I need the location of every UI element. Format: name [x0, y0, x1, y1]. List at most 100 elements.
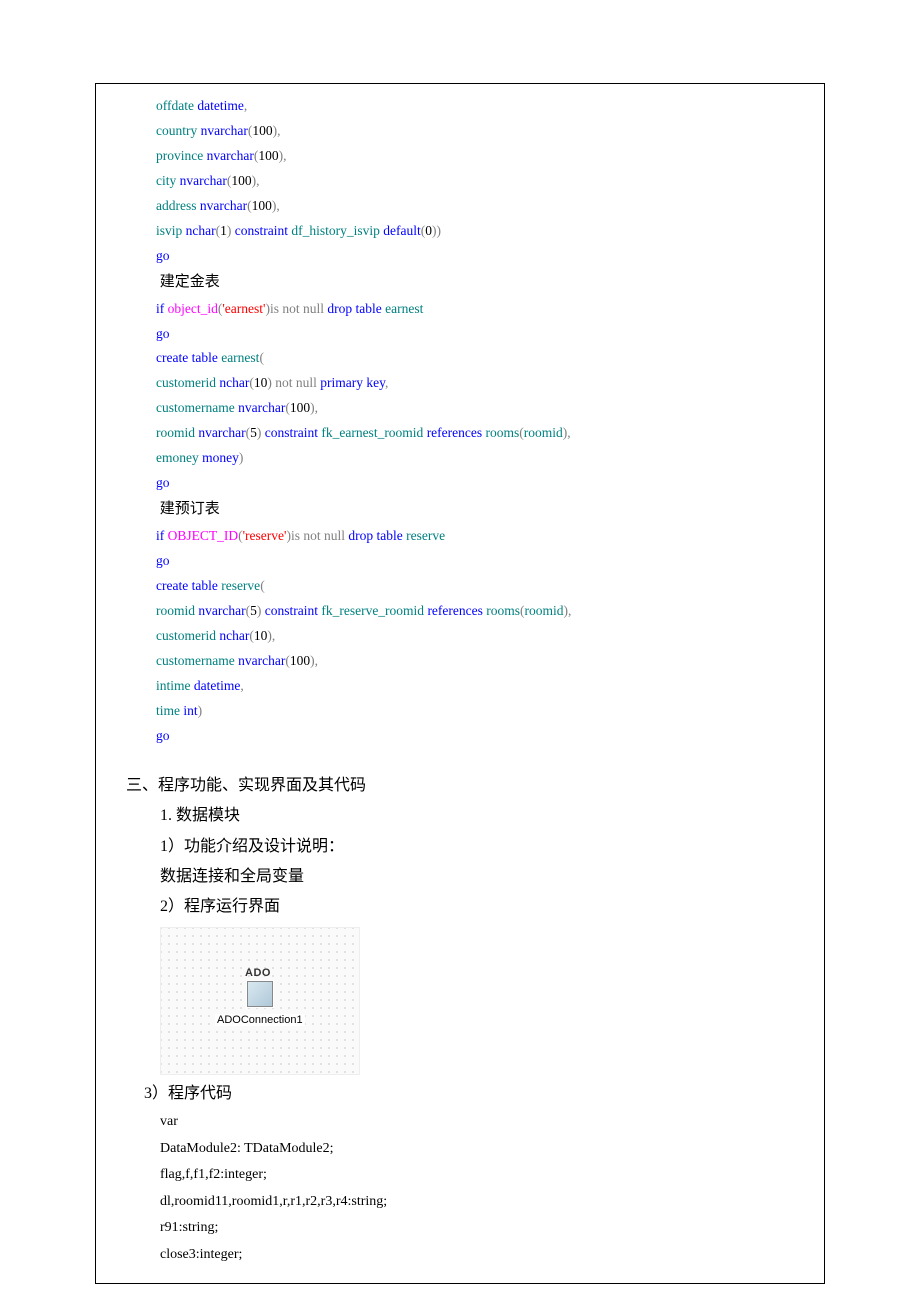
code-token: roomid — [156, 425, 198, 440]
code-token: ), — [310, 400, 318, 415]
code-token: df_history_isvip — [291, 223, 383, 238]
code-token: 建定金表 — [156, 274, 220, 290]
code-token: address — [156, 198, 200, 213]
code-token: reserve — [221, 578, 260, 593]
code-token: nvarchar — [180, 173, 227, 188]
code-line: go — [156, 724, 804, 749]
code-token: customerid — [156, 375, 219, 390]
code-token: ), — [267, 628, 275, 643]
code-token: isvip — [156, 223, 186, 238]
code-token: references — [427, 603, 486, 618]
code-token: ) — [257, 603, 265, 618]
code-line: create table earnest( — [156, 346, 804, 371]
code-token: nvarchar — [200, 198, 247, 213]
code-token: ) — [239, 450, 244, 465]
code-token: intime — [156, 678, 194, 693]
code-token: reserve — [406, 528, 445, 543]
code-token: , — [385, 375, 388, 390]
code-line: DataModule2: TDataModule2; — [160, 1136, 804, 1163]
code-line: create table reserve( — [156, 574, 804, 599]
code-token: ), — [272, 198, 280, 213]
code-token: 'reserve' — [243, 528, 287, 543]
section3-item1: 1. 数据模块 — [160, 801, 804, 831]
code-token: 5 — [250, 425, 257, 440]
code-token: money — [202, 450, 239, 465]
code-token: emoney — [156, 450, 202, 465]
code-token: default — [383, 223, 420, 238]
code-line: city nvarchar(100), — [156, 169, 804, 194]
code-token: datetime — [194, 678, 240, 693]
code-line: emoney money) — [156, 446, 804, 471]
code-token: if — [156, 528, 168, 543]
code-token: 0 — [425, 223, 432, 238]
code-token: rooms — [486, 603, 520, 618]
code-token: nvarchar — [198, 425, 245, 440]
code-token: nchar — [219, 375, 249, 390]
code-line: country nvarchar(100), — [156, 119, 804, 144]
code-token: object_id — [168, 301, 218, 316]
code-token: fk_earnest_roomid — [321, 425, 426, 440]
code-token: ) — [257, 425, 265, 440]
code-token: , — [244, 98, 247, 113]
code-token: time — [156, 703, 183, 718]
code-token: is not null — [270, 301, 327, 316]
code-token: nchar — [186, 223, 216, 238]
code-token: rooms — [486, 425, 520, 440]
code-token: go — [156, 475, 170, 490]
code-line: flag,f,f1,f2:integer; — [160, 1162, 804, 1189]
code-token: go — [156, 728, 170, 743]
code-line: roomid nvarchar(5) constraint fk_earnest… — [156, 421, 804, 446]
code-token: 100 — [258, 148, 278, 163]
code-token: , — [240, 678, 243, 693]
code-line: offdate datetime, — [156, 94, 804, 119]
code-token: nvarchar — [198, 603, 245, 618]
code-token: fk_reserve_roomid — [321, 603, 427, 618]
code-token: primary key — [320, 375, 385, 390]
code-token: ), — [564, 603, 572, 618]
code-token: province — [156, 148, 207, 163]
code-token: ) — [198, 703, 203, 718]
code-token: ( — [260, 578, 265, 593]
page-border: offdate datetime,country nvarchar(100),p… — [95, 83, 825, 1284]
code-token: roomid — [525, 603, 564, 618]
ado-icon-wrap — [246, 980, 274, 1008]
code-token: 100 — [231, 173, 251, 188]
code-token: datetime — [197, 98, 243, 113]
section3-item1-2: 2）程序运行界面 — [160, 892, 804, 922]
code-token: nvarchar — [207, 148, 254, 163]
code-token: nchar — [219, 628, 249, 643]
code-line: close3:integer; — [160, 1242, 804, 1269]
code-line: go — [156, 471, 804, 496]
code-token: 建预订表 — [156, 501, 220, 517]
code-line: customerid nchar(10), — [156, 624, 804, 649]
code-token: constraint — [265, 603, 322, 618]
ado-connection-component: ADO ADOConnection1 — [215, 980, 305, 1026]
code-token: roomid — [156, 603, 198, 618]
code-token: is not null — [291, 528, 348, 543]
code-line: address nvarchar(100), — [156, 194, 804, 219]
code-line: customername nvarchar(100), — [156, 396, 804, 421]
section3-item3: 3）程序代码 — [144, 1079, 804, 1109]
code-token: go — [156, 553, 170, 568]
code-token: ) — [227, 223, 235, 238]
ide-design-panel: ADO ADOConnection1 — [160, 927, 360, 1075]
ado-component-name: ADOConnection1 — [215, 1014, 305, 1026]
code-token: customername — [156, 400, 238, 415]
code-token: constraint — [265, 425, 322, 440]
code-token: if — [156, 301, 168, 316]
code-line: var — [160, 1109, 804, 1136]
sql-code-block: offdate datetime,country nvarchar(100),p… — [156, 94, 804, 749]
code-token: nvarchar — [238, 400, 285, 415]
code-line: if OBJECT_ID('reserve')is not null drop … — [156, 524, 804, 549]
code-token: earnest — [385, 301, 423, 316]
code-token: create table — [156, 578, 221, 593]
code-token: references — [427, 425, 486, 440]
code-line: dl,roomid11,roomid1,r,r1,r2,r3,r4:string… — [160, 1189, 804, 1216]
code-token: 10 — [254, 628, 268, 643]
section3-item1-1: 1）功能介绍及设计说明： — [160, 832, 804, 862]
code-token: 100 — [290, 653, 310, 668]
code-token: int — [183, 703, 197, 718]
code-token: ), — [563, 425, 571, 440]
code-token: country — [156, 123, 201, 138]
code-token: customername — [156, 653, 238, 668]
